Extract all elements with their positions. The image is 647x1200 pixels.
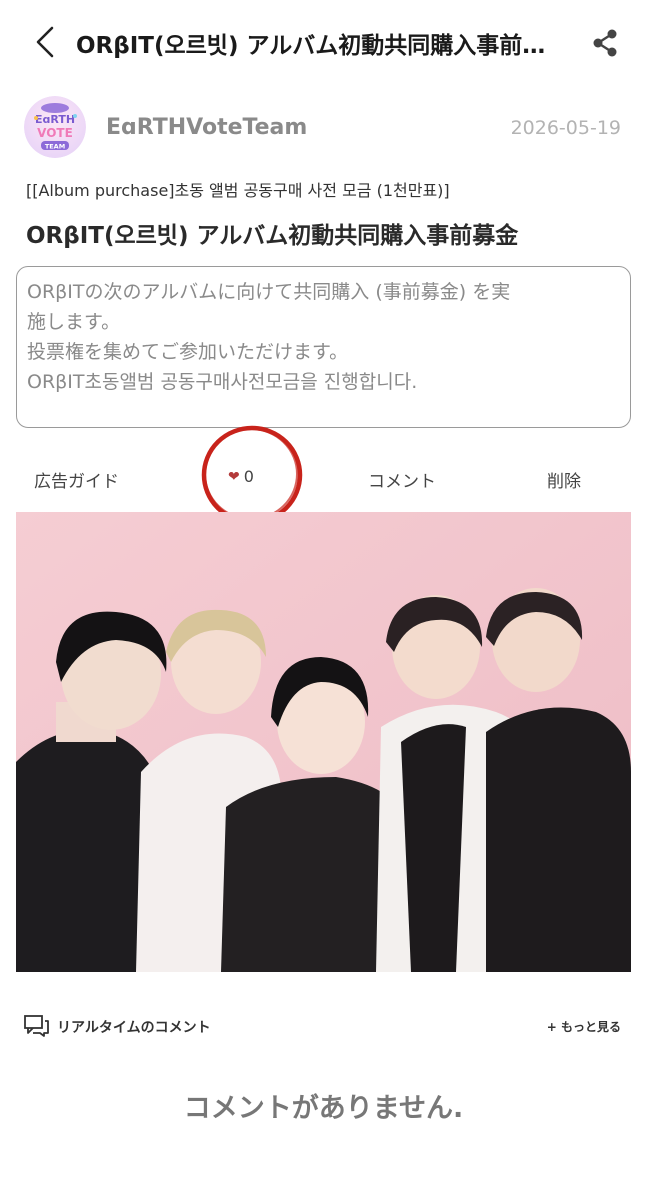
- comment-button[interactable]: コメント: [368, 467, 436, 492]
- comments-icon: [24, 1015, 49, 1037]
- avatar[interactable]: EɑRTH VOTE TEAM: [24, 96, 86, 158]
- heart-icon: ❤: [228, 468, 240, 485]
- chevron-left-icon: [36, 26, 54, 58]
- realtime-comments-header: リアルタイムのコメント + もっと見る: [0, 1008, 647, 1044]
- post-description: ORβITの次のアルバムに向けて共同購入 (事前募金) を実 施します。 投票権…: [16, 266, 631, 428]
- description-line: 投票権を集めてご参加いただけます。: [27, 341, 349, 363]
- delete-button[interactable]: 削除: [547, 467, 581, 492]
- post-date: 2026-05-19: [510, 117, 621, 139]
- share-button[interactable]: [588, 26, 622, 60]
- author-name[interactable]: EɑRTHVoteTeam: [106, 115, 307, 140]
- author-row: EɑRTH VOTE TEAM EɑRTHVoteTeam 2026-05-19: [0, 96, 647, 160]
- page-title: ORβIT(오르빗) アルバム初動共同購入事前募金: [76, 33, 556, 59]
- app-header: ORβIT(오르빗) アルバム初動共同購入事前募金: [0, 0, 647, 86]
- svg-text:TEAM: TEAM: [45, 143, 65, 151]
- post-action-bar: 広告ガイド ❤ 0 コメント 削除: [0, 460, 647, 496]
- svg-text:EɑRTH: EɑRTH: [35, 113, 75, 126]
- post-detail-page: ORβIT(오르빗) アルバム初動共同購入事前募金 EɑRTH VOTE TEA…: [0, 0, 647, 1200]
- post-title: ORβIT(오르빗) アルバム初動共同購入事前募金: [26, 223, 519, 249]
- more-comments-link[interactable]: + もっと見る: [547, 1018, 621, 1035]
- like-button[interactable]: ❤ 0: [228, 467, 254, 486]
- earth-vote-team-logo: EɑRTH VOTE TEAM: [24, 96, 86, 158]
- svg-text:VOTE: VOTE: [37, 126, 73, 140]
- group-photo: [16, 512, 631, 972]
- description-line: 施します。: [27, 311, 121, 333]
- description-line: ORβITの次のアルバムに向けて共同購入 (事前募金) を実: [27, 281, 511, 303]
- description-line: ORβIT초동앨범 공동구매사전모금을 진행합니다.: [27, 371, 418, 393]
- ad-guide-button[interactable]: 広告ガイド: [34, 467, 119, 492]
- comments-section-title: リアルタイムのコメント: [57, 1020, 211, 1036]
- no-comments-message: コメントがありません.: [183, 1093, 464, 1124]
- back-button[interactable]: [30, 22, 60, 62]
- like-count: 0: [243, 467, 254, 486]
- share-icon: [593, 29, 617, 57]
- post-category-tag: [[Album purchase]초동 앨범 공동구매 사전 모금 (1천만표)…: [26, 181, 450, 200]
